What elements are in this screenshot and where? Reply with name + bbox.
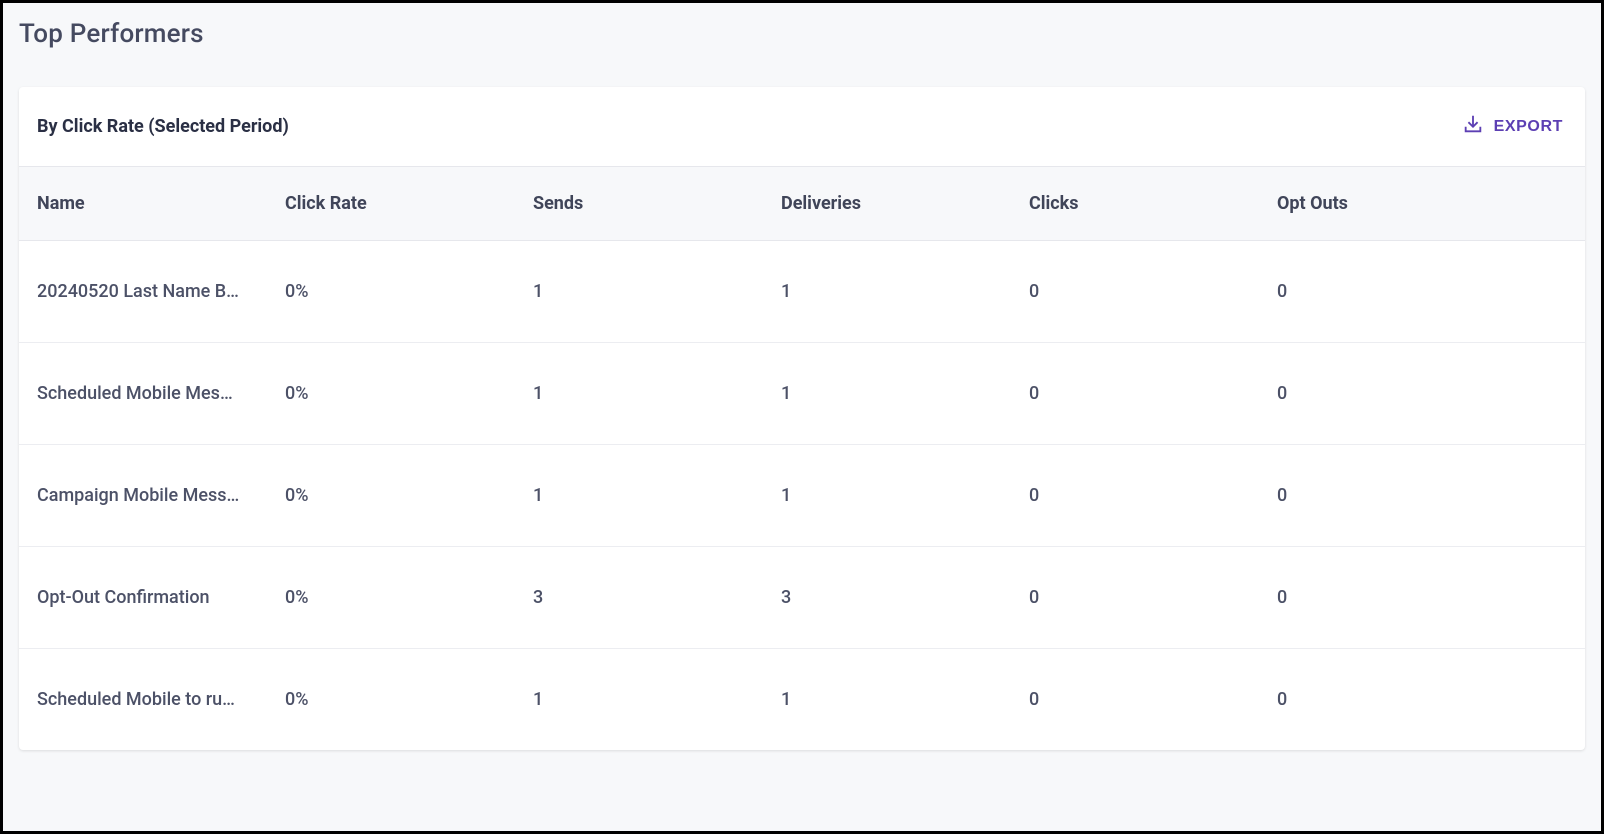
col-header-name[interactable]: Name (19, 167, 267, 241)
page-title: Top Performers (19, 19, 1585, 49)
cell-name: Opt-Out Confirmation (37, 587, 249, 608)
col-header-opt-outs[interactable]: Opt Outs (1259, 167, 1585, 241)
download-icon (1462, 113, 1484, 140)
card-subtitle: By Click Rate (Selected Period) (37, 116, 289, 137)
table-row[interactable]: Scheduled Mobile Mes… 0% 1 1 0 0 (19, 343, 1585, 445)
performers-table: Name Click Rate Sends Deliveries Clicks … (19, 166, 1585, 750)
cell-clicks: 0 (1011, 649, 1259, 751)
cell-sends: 1 (515, 343, 763, 445)
export-label: EXPORT (1494, 118, 1563, 136)
col-header-sends[interactable]: Sends (515, 167, 763, 241)
cell-deliveries: 1 (763, 241, 1011, 343)
cell-deliveries: 1 (763, 343, 1011, 445)
cell-opt-outs: 0 (1259, 343, 1585, 445)
cell-opt-outs: 0 (1259, 445, 1585, 547)
table-row[interactable]: Scheduled Mobile to ru… 0% 1 1 0 0 (19, 649, 1585, 751)
table-row[interactable]: 20240520 Last Name B… 0% 1 1 0 0 (19, 241, 1585, 343)
cell-sends: 1 (515, 649, 763, 751)
cell-opt-outs: 0 (1259, 547, 1585, 649)
cell-deliveries: 1 (763, 445, 1011, 547)
cell-click-rate: 0% (267, 547, 515, 649)
table-row[interactable]: Campaign Mobile Mess… 0% 1 1 0 0 (19, 445, 1585, 547)
cell-click-rate: 0% (267, 343, 515, 445)
cell-click-rate: 0% (267, 241, 515, 343)
cell-name: Campaign Mobile Mess… (37, 485, 249, 506)
cell-opt-outs: 0 (1259, 241, 1585, 343)
cell-click-rate: 0% (267, 649, 515, 751)
cell-name: 20240520 Last Name B… (37, 281, 249, 302)
cell-name: Scheduled Mobile Mes… (37, 383, 249, 404)
cell-sends: 1 (515, 241, 763, 343)
table-row[interactable]: Opt-Out Confirmation 0% 3 3 0 0 (19, 547, 1585, 649)
col-header-deliveries[interactable]: Deliveries (763, 167, 1011, 241)
card-header: By Click Rate (Selected Period) EXPORT (19, 87, 1585, 166)
table-header-row: Name Click Rate Sends Deliveries Clicks … (19, 167, 1585, 241)
cell-sends: 1 (515, 445, 763, 547)
cell-clicks: 0 (1011, 241, 1259, 343)
col-header-clicks[interactable]: Clicks (1011, 167, 1259, 241)
cell-name: Scheduled Mobile to ru… (37, 689, 249, 710)
cell-clicks: 0 (1011, 547, 1259, 649)
cell-sends: 3 (515, 547, 763, 649)
cell-clicks: 0 (1011, 445, 1259, 547)
col-header-click-rate[interactable]: Click Rate (267, 167, 515, 241)
cell-deliveries: 1 (763, 649, 1011, 751)
top-performers-card: By Click Rate (Selected Period) EXPORT N… (19, 87, 1585, 750)
cell-clicks: 0 (1011, 343, 1259, 445)
cell-deliveries: 3 (763, 547, 1011, 649)
cell-opt-outs: 0 (1259, 649, 1585, 751)
cell-click-rate: 0% (267, 445, 515, 547)
export-button[interactable]: EXPORT (1458, 107, 1567, 146)
